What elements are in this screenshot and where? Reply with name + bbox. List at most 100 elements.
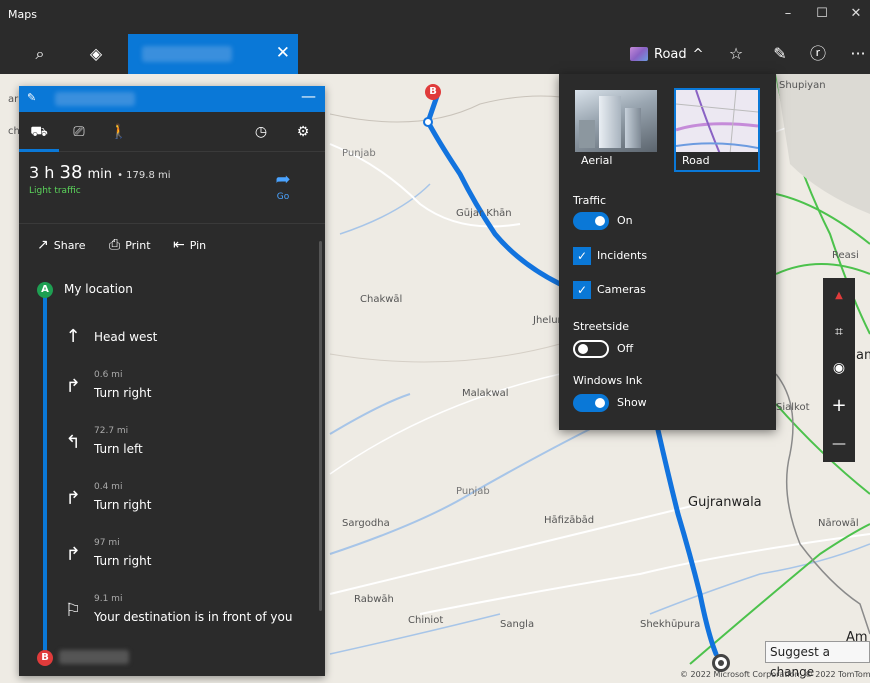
map-label: Rabwāh (354, 594, 394, 605)
step-distance: 0.6 mi (94, 370, 123, 380)
title-bar: Maps – ☐ ✕ (0, 0, 870, 34)
map-style-popup: Aerial Road Traffic On ✓ Incidents ✓ Cam… (559, 74, 776, 430)
settings-icon[interactable]: ⚙ (291, 120, 315, 144)
road-style-tile[interactable]: Road (674, 88, 760, 172)
incidents-label: Incidents (597, 249, 648, 262)
map-label: am (856, 348, 870, 363)
road-label: Road (676, 152, 758, 170)
map-label: Gujranwala (688, 495, 762, 510)
streetside-state: Off (617, 342, 634, 355)
tilt-icon[interactable]: ⌗ (823, 314, 855, 350)
compass-icon[interactable]: ▲ (823, 278, 855, 314)
streetside-toggle[interactable] (573, 340, 609, 358)
streetside-title: Streetside (573, 320, 629, 333)
map-destination-pin[interactable]: B (425, 84, 441, 100)
route-rail (43, 282, 47, 658)
minimize-button[interactable]: – (778, 6, 798, 21)
travel-mode-bar: ⛟ ⎚ 🚶 ◷ ⚙ (19, 112, 325, 152)
incidents-checkbox[interactable]: ✓ (573, 247, 591, 265)
map-controls: ▲ ⌗ ◉ + — (823, 278, 855, 462)
panel-scrollbar[interactable] (319, 241, 322, 611)
map-label: Hāfizābād (544, 515, 595, 526)
windows-ink-state: Show (617, 396, 647, 409)
road-thumbnail (675, 89, 759, 155)
window-title: Maps (8, 8, 37, 21)
traffic-status: Light traffic (29, 186, 81, 196)
map-label: Sialkot (776, 402, 810, 413)
map-label: Chakwāl (360, 294, 403, 305)
windows-ink-toggle[interactable] (573, 394, 609, 412)
step-label[interactable]: Turn right (94, 386, 151, 400)
aerial-style-tile[interactable]: Aerial (573, 88, 659, 172)
suggest-change-button[interactable]: Suggest a change (765, 641, 870, 679)
pin-icon: ⇤ (173, 237, 185, 253)
more-icon[interactable]: ··· (846, 42, 870, 66)
go-button[interactable]: ➦ Go (271, 170, 295, 203)
ink-icon[interactable]: ✎ (768, 42, 792, 66)
directions-icon[interactable]: ◈ (84, 42, 108, 66)
start-location[interactable]: My location (64, 282, 133, 296)
direction-steps: A My location ↑ Head west ↱ 0.6 mi Turn … (19, 266, 319, 676)
traffic-toggle[interactable] (573, 212, 609, 230)
step-distance: 72.7 mi (94, 426, 129, 436)
map-style-label: Road (654, 46, 687, 62)
maximize-button[interactable]: ☐ (812, 6, 832, 21)
close-window-button[interactable]: ✕ (846, 6, 866, 21)
close-icon[interactable]: ✕ (276, 43, 290, 63)
zoom-out-button[interactable]: — (823, 426, 855, 462)
turn-left-icon: ↰ (65, 432, 81, 453)
map-label: Punjab (342, 148, 376, 159)
zoom-in-button[interactable]: + (823, 388, 855, 424)
cameras-checkbox[interactable]: ✓ (573, 281, 591, 299)
print-button[interactable]: ⎙ Print (109, 237, 151, 253)
route-actions: ↗ Share ⎙ Print ⇤ Pin (19, 224, 325, 266)
edit-icon[interactable]: ✎ (27, 91, 36, 104)
collapse-panel-button[interactable]: — (301, 87, 316, 105)
account-icon[interactable]: ⓡ (806, 42, 830, 66)
map-label: Punjab (456, 486, 490, 497)
search-icon[interactable]: ⌕ (28, 42, 52, 66)
print-label: Print (125, 238, 151, 252)
map-label: Shekhūpura (640, 619, 701, 630)
windows-ink-title: Windows Ink (573, 374, 643, 387)
route-distance: • 179.8 mi (117, 170, 171, 181)
step-label[interactable]: Head west (94, 330, 157, 344)
step-label[interactable]: Turn right (94, 554, 151, 568)
walking-mode-icon[interactable]: 🚶 (107, 120, 131, 144)
map-label: Reasi (832, 250, 859, 261)
print-icon: ⎙ (109, 237, 121, 253)
favorites-icon[interactable]: ☆ (724, 42, 748, 66)
map-style-button[interactable]: Road ^ (630, 42, 704, 66)
map-label: Shupiyan (779, 80, 826, 91)
aerial-label: Aerial (575, 152, 657, 170)
route-name-redacted (55, 92, 135, 106)
traffic-state: On (617, 214, 633, 227)
head-west-icon: ↑ (65, 326, 81, 347)
maps-app: Punjab Gūjar Khān Chakwāl Jhelum Malakwa… (0, 0, 870, 683)
turn-right-icon: ↱ (65, 376, 81, 397)
step-distance: 9.1 mi (94, 594, 123, 604)
locate-me-icon[interactable]: ◉ (823, 350, 855, 386)
clock-icon[interactable]: ◷ (249, 120, 273, 144)
pin-label: Pin (189, 238, 207, 252)
step-label[interactable]: Turn right (94, 498, 151, 512)
traffic-title: Traffic (573, 194, 607, 207)
turn-right-icon: ↱ (65, 544, 81, 565)
destination-name-redacted (59, 650, 129, 664)
route-duration: 3 h 38 min • 179.8 mi (29, 162, 171, 183)
route-tab[interactable]: ✕ (128, 34, 298, 74)
road-thumbnail-graphics (675, 89, 759, 155)
go-label: Go (276, 192, 290, 202)
transit-mode-icon[interactable]: ⎚ (67, 120, 91, 144)
aerial-thumbnail (575, 90, 657, 154)
step-label[interactable]: Your destination is in front of you (94, 610, 292, 624)
step-label[interactable]: Turn left (94, 442, 143, 456)
map-label: Chiniot (408, 615, 444, 626)
route-tab-title-redacted (142, 46, 232, 62)
route-summary[interactable]: 3 h 38 min • 179.8 mi Light traffic ➦ Go (19, 152, 325, 224)
pin-button[interactable]: ⇤ Pin (173, 237, 206, 253)
duration-hours: 3 h (29, 163, 55, 182)
share-button[interactable]: ↗ Share (37, 237, 85, 253)
duration-minutes: 38 (59, 162, 83, 183)
driving-mode-icon[interactable]: ⛟ (19, 120, 59, 152)
